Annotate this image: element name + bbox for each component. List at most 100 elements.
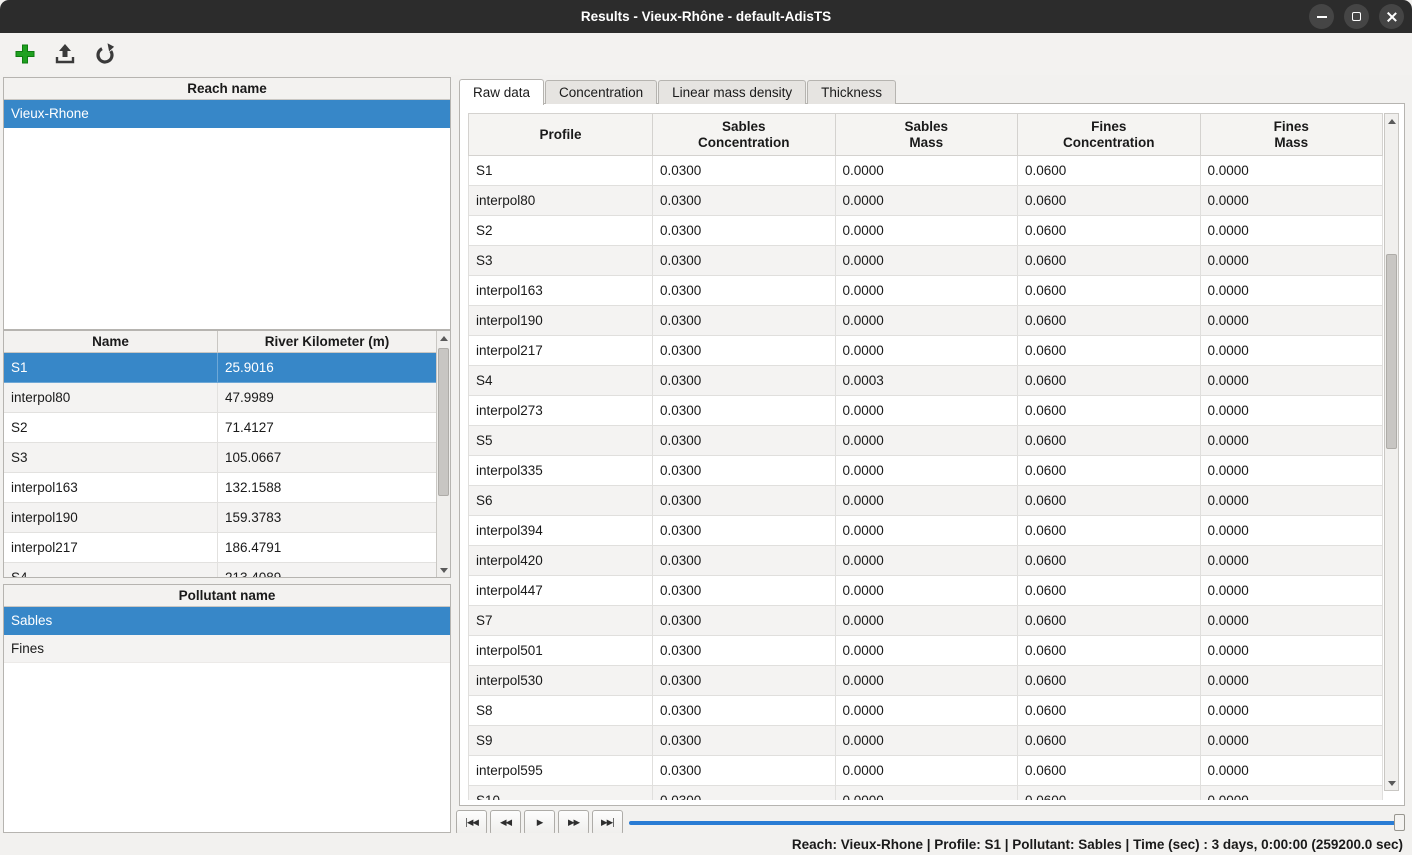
profile-row[interactable]: interpol163132.1588 xyxy=(4,473,436,503)
scrollbar-thumb[interactable] xyxy=(438,348,449,496)
rewind-button[interactable]: ◀◀ xyxy=(490,810,521,835)
table-row[interactable]: interpol3350.03000.00000.06000.0000 xyxy=(468,456,1383,486)
profile-cell: interpol80 xyxy=(468,186,653,216)
scroll-up-button[interactable] xyxy=(437,331,450,345)
pollutant-list-item[interactable]: Sables xyxy=(4,607,450,635)
value-cell: 0.0000 xyxy=(1201,306,1384,336)
skip-to-start-button[interactable]: |◀◀ xyxy=(456,810,487,835)
table-row[interactable]: interpol2170.03000.00000.06000.0000 xyxy=(468,336,1383,366)
export-button[interactable] xyxy=(48,37,82,71)
table-row[interactable]: S10.03000.00000.06000.0000 xyxy=(468,156,1383,186)
value-cell: 0.0000 xyxy=(1201,216,1384,246)
column-header-river-kilometer-m[interactable]: River Kilometer (m) xyxy=(218,331,436,352)
profile-row[interactable]: interpol217186.4791 xyxy=(4,533,436,563)
value-cell: 0.0300 xyxy=(653,276,836,306)
profile-name-cell: interpol80 xyxy=(4,383,218,413)
profile-cell: interpol163 xyxy=(468,276,653,306)
profile-name-cell: S2 xyxy=(4,413,218,443)
value-cell: 0.0000 xyxy=(1201,246,1384,276)
value-cell: 0.0000 xyxy=(1201,576,1384,606)
profiles-table-body: S125.9016interpol8047.9989S271.4127S3105… xyxy=(4,353,436,577)
table-row[interactable]: interpol4470.03000.00000.06000.0000 xyxy=(468,576,1383,606)
profiles-scrollbar[interactable] xyxy=(436,331,450,577)
table-row[interactable]: S20.03000.00000.06000.0000 xyxy=(468,216,1383,246)
tab-concentration[interactable]: Concentration xyxy=(545,80,657,104)
table-row[interactable]: interpol1900.03000.00000.06000.0000 xyxy=(468,306,1383,336)
table-row[interactable]: S90.03000.00000.06000.0000 xyxy=(468,726,1383,756)
close-button[interactable] xyxy=(1379,4,1404,29)
reach-list: Vieux-Rhone xyxy=(4,100,450,128)
profile-cell: interpol217 xyxy=(468,336,653,366)
table-row[interactable]: S100.03000.00000.06000.0000 xyxy=(468,786,1383,800)
profile-km-cell: 25.9016 xyxy=(218,353,436,383)
titlebar: Results - Vieux-Rhône - default-AdisTS xyxy=(0,0,1412,33)
column-header-sables-concentration[interactable]: Sables Concentration xyxy=(653,113,836,156)
column-header-name[interactable]: Name xyxy=(4,331,218,352)
table-row[interactable]: interpol3940.03000.00000.06000.0000 xyxy=(468,516,1383,546)
value-cell: 0.0000 xyxy=(1201,606,1384,636)
fast-forward-button[interactable]: ▶▶ xyxy=(558,810,589,835)
tab-linear-mass-density[interactable]: Linear mass density xyxy=(658,80,806,104)
profile-row[interactable]: interpol190159.3783 xyxy=(4,503,436,533)
table-row[interactable]: S30.03000.00000.06000.0000 xyxy=(468,246,1383,276)
value-cell: 0.0300 xyxy=(653,306,836,336)
table-row[interactable]: interpol5300.03000.00000.06000.0000 xyxy=(468,666,1383,696)
column-header-fines-mass[interactable]: Fines Mass xyxy=(1201,113,1384,156)
scroll-down-button[interactable] xyxy=(1385,776,1398,790)
reach-list-widget: Reach name Vieux-Rhone xyxy=(3,77,451,330)
arrow-up-icon xyxy=(1388,119,1396,124)
tab-thickness[interactable]: Thickness xyxy=(807,80,896,104)
pollutant-list-item[interactable]: Fines xyxy=(4,635,450,663)
time-slider[interactable] xyxy=(629,810,1405,835)
table-row[interactable]: interpol1630.03000.00000.06000.0000 xyxy=(468,276,1383,306)
table-row[interactable]: interpol800.03000.00000.06000.0000 xyxy=(468,186,1383,216)
profile-row[interactable]: S271.4127 xyxy=(4,413,436,443)
value-cell: 0.0300 xyxy=(653,546,836,576)
maximize-button[interactable] xyxy=(1344,4,1369,29)
profile-row[interactable]: interpol8047.9989 xyxy=(4,383,436,413)
column-header-fines-concentration[interactable]: Fines Concentration xyxy=(1018,113,1201,156)
value-cell: 0.0300 xyxy=(653,486,836,516)
table-row[interactable]: interpol5010.03000.00000.06000.0000 xyxy=(468,636,1383,666)
profile-name-cell: interpol190 xyxy=(4,503,218,533)
add-button[interactable] xyxy=(8,37,42,71)
table-row[interactable]: S70.03000.00000.06000.0000 xyxy=(468,606,1383,636)
pollutant-list: SablesFines xyxy=(4,607,450,663)
value-cell: 0.0003 xyxy=(836,366,1019,396)
slider-handle[interactable] xyxy=(1394,814,1405,831)
value-cell: 0.0000 xyxy=(1201,666,1384,696)
scroll-up-button[interactable] xyxy=(1385,114,1398,128)
arrow-up-icon xyxy=(440,336,448,341)
table-row[interactable]: interpol2730.03000.00000.06000.0000 xyxy=(468,396,1383,426)
profile-cell: interpol273 xyxy=(468,396,653,426)
value-cell: 0.0300 xyxy=(653,726,836,756)
table-row[interactable]: S60.03000.00000.06000.0000 xyxy=(468,486,1383,516)
profile-row[interactable]: S125.9016 xyxy=(4,353,436,383)
minimize-button[interactable] xyxy=(1309,4,1334,29)
value-cell: 0.0300 xyxy=(653,426,836,456)
scrollbar-thumb[interactable] xyxy=(1386,254,1397,449)
table-row[interactable]: interpol5950.03000.00000.06000.0000 xyxy=(468,756,1383,786)
value-cell: 0.0000 xyxy=(1201,786,1384,800)
profile-row[interactable]: S3105.0667 xyxy=(4,443,436,473)
slider-track[interactable] xyxy=(629,821,1403,825)
value-cell: 0.0600 xyxy=(1018,606,1201,636)
value-cell: 0.0600 xyxy=(1018,696,1201,726)
refresh-button[interactable] xyxy=(88,37,122,71)
reach-list-item[interactable]: Vieux-Rhone xyxy=(4,100,450,128)
table-row[interactable]: S50.03000.00000.06000.0000 xyxy=(468,426,1383,456)
tab-raw-data[interactable]: Raw data xyxy=(459,79,544,105)
profile-row[interactable]: S4213.4089 xyxy=(4,563,436,577)
profile-cell: S7 xyxy=(468,606,653,636)
value-cell: 0.0000 xyxy=(836,456,1019,486)
table-row[interactable]: S80.03000.00000.06000.0000 xyxy=(468,696,1383,726)
column-header-sables-mass[interactable]: Sables Mass xyxy=(836,113,1019,156)
close-icon xyxy=(1386,11,1398,23)
table-row[interactable]: interpol4200.03000.00000.06000.0000 xyxy=(468,546,1383,576)
scroll-down-button[interactable] xyxy=(437,563,450,577)
data-table-scrollbar[interactable] xyxy=(1384,113,1399,791)
play-button[interactable]: ▶ xyxy=(524,810,555,835)
table-row[interactable]: S40.03000.00030.06000.0000 xyxy=(468,366,1383,396)
column-header-profile[interactable]: Profile xyxy=(468,113,653,156)
skip-to-end-button[interactable]: ▶▶| xyxy=(592,810,623,835)
